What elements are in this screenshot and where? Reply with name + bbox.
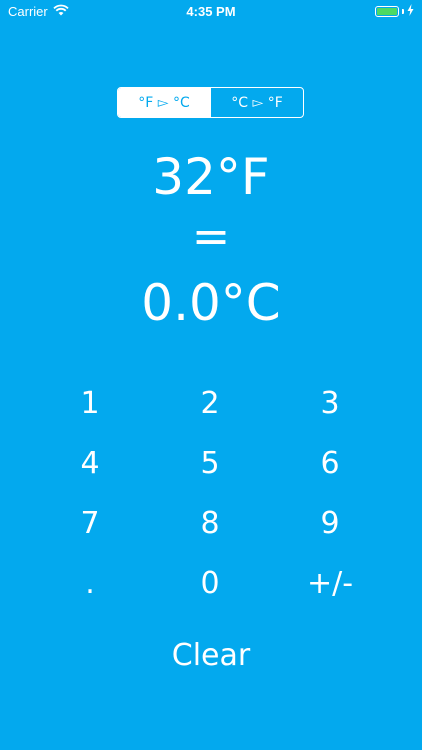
key-6[interactable]: 6	[270, 433, 390, 493]
conversion-mode-toggle: °F ▻ °C °C ▻ °F	[117, 87, 304, 118]
key-5[interactable]: 5	[150, 433, 270, 493]
key-4[interactable]: 4	[30, 433, 150, 493]
battery-level	[377, 8, 397, 15]
clear-button[interactable]: Clear	[131, 625, 291, 685]
f-to-c-segment[interactable]: °F ▻ °C	[118, 88, 210, 117]
key-0[interactable]: 0	[150, 553, 270, 613]
key-sign-toggle[interactable]: +/-	[270, 553, 390, 613]
key-2[interactable]: 2	[150, 373, 270, 433]
battery-indicator	[375, 4, 414, 19]
number-keypad: 1 2 3 4 5 6 7 8 9 . 0 +/-	[30, 373, 390, 613]
equals-sign: =	[191, 209, 231, 263]
status-time: 4:35 PM	[186, 4, 236, 19]
battery-nub	[402, 9, 404, 14]
battery-icon	[375, 6, 399, 17]
key-9[interactable]: 9	[270, 493, 390, 553]
key-3[interactable]: 3	[270, 373, 390, 433]
key-7[interactable]: 7	[30, 493, 150, 553]
input-temperature: 32°F	[152, 148, 270, 206]
c-to-f-segment[interactable]: °C ▻ °F	[210, 88, 303, 117]
status-bar: Carrier 4:35 PM	[0, 0, 422, 24]
key-decimal[interactable]: .	[30, 553, 150, 613]
charging-bolt-icon	[407, 4, 414, 19]
key-1[interactable]: 1	[30, 373, 150, 433]
result-temperature: 0.0°C	[141, 274, 281, 332]
key-8[interactable]: 8	[150, 493, 270, 553]
